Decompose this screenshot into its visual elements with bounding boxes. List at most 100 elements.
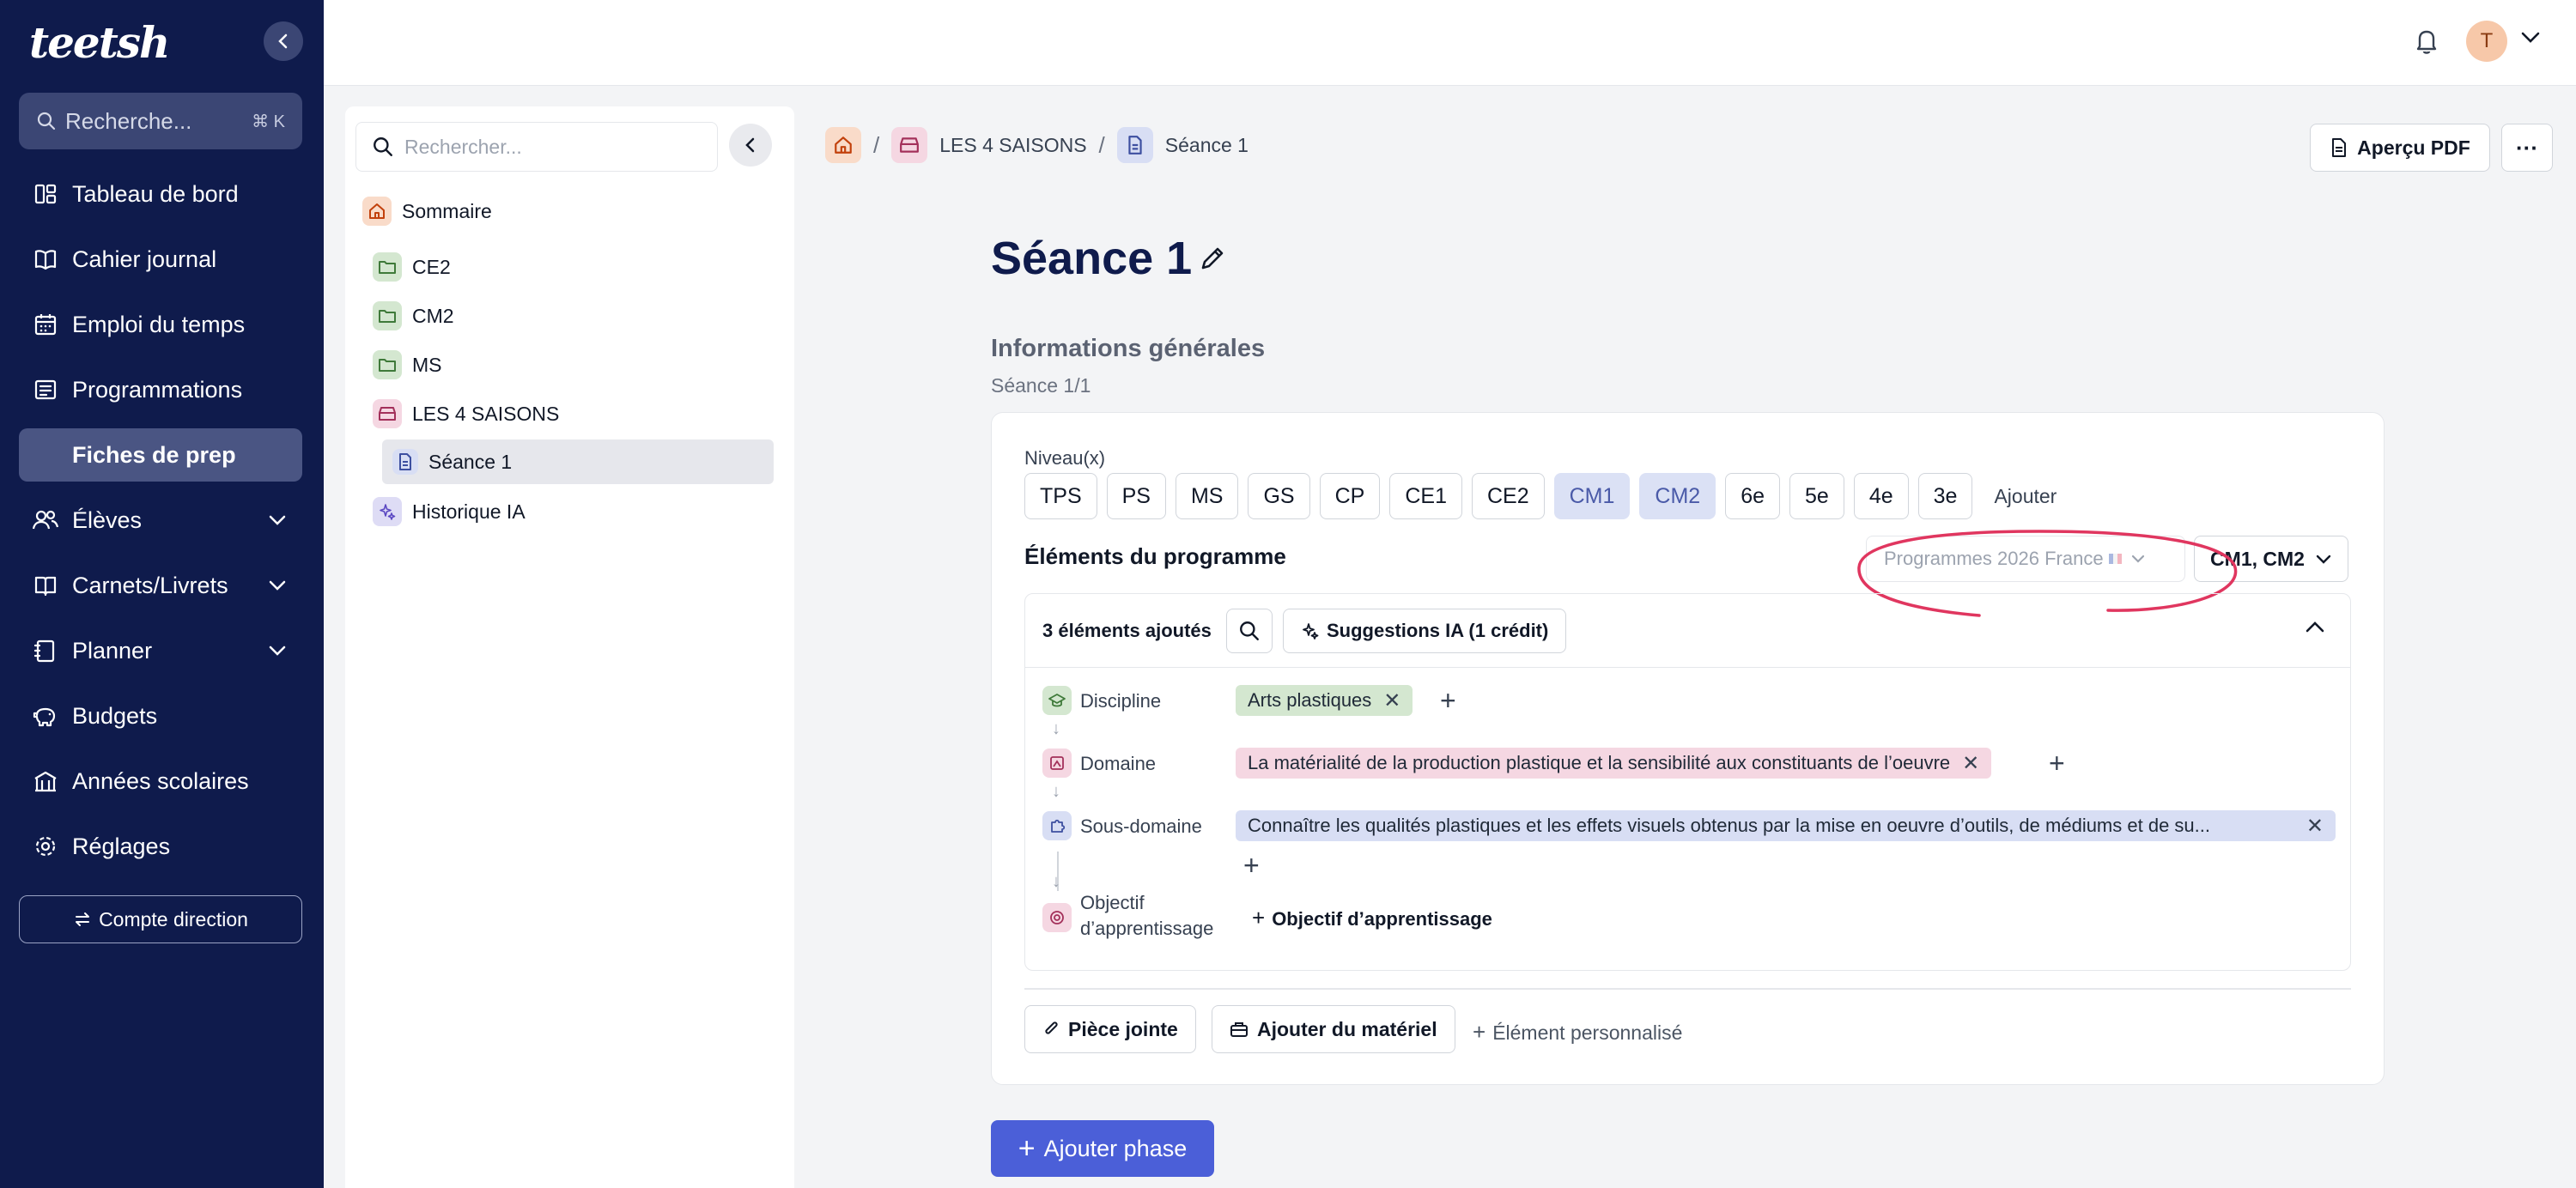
- breadcrumb-item-sequence[interactable]: LES 4 SAISONS: [939, 134, 1086, 157]
- nav-carnets-livrets[interactable]: Carnets/Livrets: [19, 559, 302, 612]
- collapse-sidebar-button[interactable]: [264, 21, 303, 61]
- nav-label: Emploi du temps: [72, 311, 246, 337]
- document-icon: [392, 449, 418, 475]
- chevron-up-icon[interactable]: [2305, 620, 2325, 638]
- tree-search-input[interactable]: Rechercher...: [355, 122, 718, 172]
- nav-tableau-de-bord[interactable]: Tableau de bord: [19, 167, 302, 221]
- tree-item-ms[interactable]: MS: [373, 344, 442, 385]
- ai-suggestions-button[interactable]: Suggestions IA (1 crédit): [1283, 609, 1567, 653]
- nav-annees-scolaires[interactable]: Années scolaires: [19, 755, 302, 808]
- nav-eleves[interactable]: Élèves: [19, 494, 302, 547]
- ai-suggestions-label: Suggestions IA (1 crédit): [1327, 620, 1549, 641]
- global-search[interactable]: Recherche... ⌘ K: [19, 93, 302, 149]
- domain-icon: [1042, 749, 1072, 778]
- level-chip-cm2[interactable]: CM2: [1639, 473, 1716, 519]
- level-chip-ms[interactable]: MS: [1175, 473, 1239, 519]
- box-icon: [373, 399, 402, 428]
- attachment-button[interactable]: Pièce jointe: [1024, 1005, 1196, 1053]
- tree-item-label: CM2: [412, 304, 454, 327]
- nav-budgets[interactable]: Budgets: [19, 689, 302, 742]
- home-icon[interactable]: [825, 127, 861, 163]
- nav-label: Budgets: [72, 702, 158, 729]
- app-logo[interactable]: teetsh: [29, 17, 170, 68]
- nav-programmations[interactable]: Programmations: [19, 363, 302, 416]
- collapse-tree-button[interactable]: [729, 124, 772, 167]
- add-domaine-button[interactable]: +: [2049, 749, 2065, 777]
- nav-label: Cahier journal: [72, 245, 217, 272]
- search-elements-button[interactable]: [1226, 609, 1273, 653]
- home-icon: [362, 197, 392, 226]
- school-icon: [31, 767, 60, 796]
- document-icon: [1116, 127, 1153, 163]
- sous-domaine-label: Sous-domaine: [1080, 815, 1202, 837]
- custom-element-button[interactable]: + Élément personnalisé: [1473, 1019, 1682, 1046]
- level-chip-gs[interactable]: GS: [1248, 473, 1310, 519]
- tree-item-label: Sommaire: [402, 199, 492, 222]
- add-material-button[interactable]: Ajouter du matériel: [1212, 1005, 1455, 1053]
- add-material-label: Ajouter du matériel: [1257, 1017, 1437, 1040]
- level-chip-4e[interactable]: 4e: [1853, 473, 1909, 519]
- sous-domaine-tag-text: Connaître les qualités plastiques et les…: [1248, 815, 2210, 836]
- remove-icon[interactable]: ✕: [1962, 751, 1979, 776]
- remove-icon[interactable]: ✕: [2306, 814, 2324, 839]
- chevron-down-icon: [264, 645, 290, 657]
- section-title: Informations générales: [991, 335, 1266, 362]
- add-phase-button[interactable]: + Ajouter phase: [991, 1120, 1214, 1177]
- chevron-left-icon: [278, 33, 288, 49]
- level-chip-cp[interactable]: CP: [1319, 473, 1381, 519]
- chevron-down-icon: [264, 514, 290, 526]
- sous-domaine-tag[interactable]: Connaître les qualités plastiques et les…: [1236, 810, 2336, 841]
- add-objectif-button[interactable]: + Objectif d’apprentissage: [1252, 905, 1492, 931]
- add-sous-domaine-button[interactable]: +: [1243, 852, 1260, 879]
- level-chip-ps[interactable]: PS: [1106, 473, 1166, 519]
- breadcrumb-item-current[interactable]: Séance 1: [1165, 134, 1249, 157]
- global-search-placeholder: Recherche...: [65, 107, 192, 134]
- tree-item-cm2[interactable]: CM2: [373, 295, 454, 336]
- level-chip-ce1[interactable]: CE1: [1389, 473, 1462, 519]
- tree-item-les-4-saisons[interactable]: LES 4 SAISONS: [373, 393, 559, 434]
- level-chip-3e[interactable]: 3e: [1917, 473, 1973, 519]
- sidebar: teetsh Recherche... ⌘ K Tableau de bord …: [0, 0, 324, 1188]
- avatar[interactable]: T: [2466, 21, 2507, 62]
- objectif-label: Objectif d’apprentissage: [1080, 890, 1213, 942]
- main-content: / LES 4 SAISONS / Séance 1 Aperçu PDF ··…: [794, 86, 2576, 1188]
- level-chip-ce2[interactable]: CE2: [1471, 473, 1545, 519]
- remove-icon[interactable]: ✕: [1383, 688, 1400, 713]
- notebook-icon: [31, 571, 60, 600]
- bell-icon[interactable]: [2413, 26, 2440, 61]
- tree-item-ce2[interactable]: CE2: [373, 246, 451, 288]
- nav-label: Carnets/Livrets: [72, 572, 228, 598]
- sparkles-icon: [373, 497, 402, 526]
- level-chip-5e[interactable]: 5e: [1789, 473, 1844, 519]
- domaine-tag[interactable]: La matérialité de la production plastiqu…: [1236, 748, 1992, 779]
- objectif-label-line2: d’apprentissage: [1080, 918, 1214, 939]
- nav-label: Fiches de prep: [72, 441, 236, 468]
- nav-emploi-du-temps[interactable]: Emploi du temps: [19, 298, 302, 351]
- document-tree: Rechercher... Sommaire CE2 CM2 MS LES 4 …: [345, 106, 794, 1188]
- search-shortcut: ⌘ K: [252, 112, 285, 131]
- search-icon: [1240, 621, 1259, 640]
- add-level-button[interactable]: Ajouter: [1994, 485, 2057, 508]
- nav-cahier-journal[interactable]: Cahier journal: [19, 233, 302, 286]
- search-icon: [37, 112, 56, 130]
- nav-fiches-de-prep[interactable]: Fiches de prep: [19, 428, 302, 482]
- discipline-tag[interactable]: Arts plastiques ✕: [1236, 685, 1413, 716]
- add-discipline-button[interactable]: +: [1440, 687, 1456, 714]
- nav-reglages[interactable]: Réglages: [19, 820, 302, 873]
- nav-planner[interactable]: Planner: [19, 624, 302, 677]
- pencil-icon[interactable]: [1198, 244, 1227, 277]
- more-options-button[interactable]: ···: [2501, 124, 2553, 172]
- chevron-down-icon[interactable]: [2520, 31, 2541, 49]
- tree-item-label: Séance 1: [428, 450, 513, 473]
- level-chip-cm1[interactable]: CM1: [1553, 473, 1631, 519]
- programme-elements-header: 3 éléments ajoutés Suggestions IA (1 cré…: [1025, 594, 2350, 668]
- planner-icon: [31, 636, 60, 665]
- compte-direction-button[interactable]: Compte direction: [19, 895, 302, 943]
- tree-item-seance-1[interactable]: Séance 1: [382, 439, 774, 484]
- nav-label: Tableau de bord: [72, 180, 239, 207]
- level-chip-tps[interactable]: TPS: [1024, 473, 1097, 519]
- tree-item-sommaire[interactable]: Sommaire: [362, 191, 492, 232]
- tree-item-historique-ia[interactable]: Historique IA: [373, 491, 526, 532]
- pdf-preview-button[interactable]: Aperçu PDF: [2310, 124, 2490, 172]
- level-chip-6e[interactable]: 6e: [1725, 473, 1781, 519]
